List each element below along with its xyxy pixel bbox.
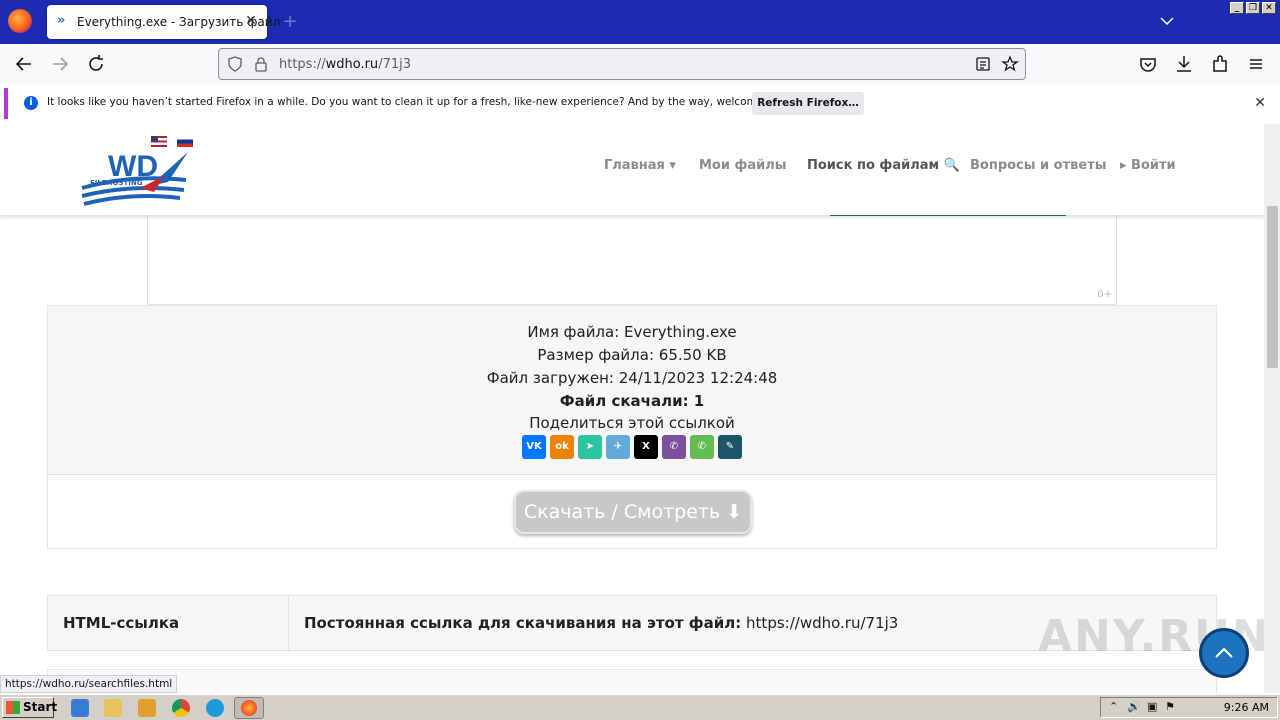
- back-icon[interactable]: [12, 52, 36, 76]
- firefox-icon: [241, 700, 257, 716]
- firefox-icon[interactable]: [8, 9, 32, 33]
- windows-taskbar: Start ⌃ 🔊 ▣ ⚑ 9:26 AM: [0, 694, 1280, 720]
- scrollbar-thumb[interactable]: [1267, 206, 1278, 368]
- file-upload-date: Файл загружен: 24/11/2023 12:24:48: [486, 369, 778, 387]
- share-whatsapp-icon[interactable]: ✆: [690, 435, 714, 459]
- bookmark-star-icon[interactable]: [1001, 55, 1019, 73]
- site-logo[interactable]: WD FILEHOSTING: [80, 136, 190, 212]
- reload-icon[interactable]: [84, 52, 108, 76]
- russian-flag-icon[interactable]: [177, 136, 193, 147]
- close-notification-icon[interactable]: ✕: [1254, 95, 1266, 111]
- close-window-button[interactable]: ✕: [1262, 2, 1276, 14]
- windows-logo-icon: [6, 701, 20, 714]
- tab-active[interactable]: » Everything.exe - Загрузить файл ✕: [47, 5, 280, 39]
- download-panel: Скачать / Смотреть ⬇: [47, 474, 1217, 549]
- page-scrollbar[interactable]: [1264, 124, 1280, 693]
- system-tray: ⌃ 🔊 ▣ ⚑ 9:26 AM: [1100, 697, 1278, 718]
- table-row: [47, 669, 1217, 693]
- web-page: WD FILEHOSTING Главная ▾ Мои файлы Поиск…: [0, 124, 1264, 693]
- logo-subtext: FILEHOSTING: [90, 179, 143, 187]
- notification-message: It looks like you haven’t started Firefo…: [47, 96, 796, 108]
- link-label-cell: HTML-ссылка: [48, 596, 289, 650]
- firefox-refresh-notification: i It looks like you haven’t started Fire…: [4, 88, 1276, 119]
- shield-icon[interactable]: [227, 56, 243, 72]
- share-yandex-messenger-icon[interactable]: ➤: [578, 435, 602, 459]
- new-tab-button[interactable]: +: [280, 12, 300, 32]
- url-scheme: https://: [279, 57, 326, 72]
- file-explorer-icon[interactable]: [104, 699, 122, 717]
- status-link-preview: https://wdho.ru/searchfiles.html: [0, 675, 178, 693]
- extensions-icon[interactable]: [1208, 52, 1232, 76]
- html-link-label: HTML-ссылка: [63, 614, 180, 632]
- age-rating-label: 0+: [1097, 289, 1112, 300]
- file-download-count: Файл скачали: 1: [559, 392, 705, 410]
- reader-view-icon[interactable]: [975, 56, 991, 72]
- permanent-link-url[interactable]: https://wdho.ru/71j3: [746, 614, 898, 632]
- url-text[interactable]: https://wdho.ru/71j3: [279, 57, 411, 72]
- url-host: wdho.ru: [325, 57, 379, 72]
- share-x-icon[interactable]: X: [634, 435, 658, 459]
- file-size: Размер файла: 65.50 KB: [537, 346, 727, 364]
- share-label: Поделиться этой ссылкой: [529, 414, 735, 432]
- share-vk-icon[interactable]: VK: [522, 435, 546, 459]
- file-name: Имя файла: Everything.exe: [527, 323, 737, 341]
- nav-my-files[interactable]: Мои файлы: [699, 158, 787, 173]
- site-favicon-icon: »: [57, 13, 66, 28]
- chevron-up-icon: [1215, 647, 1233, 658]
- media-player-icon[interactable]: [138, 699, 156, 717]
- lock-icon[interactable]: [253, 56, 269, 72]
- nav-faq[interactable]: Вопросы и ответы: [970, 158, 1106, 173]
- forward-icon[interactable]: [48, 52, 72, 76]
- firefox-taskbar-button[interactable]: [234, 697, 264, 719]
- nav-home[interactable]: Главная ▾: [604, 158, 676, 173]
- tab-strip: » Everything.exe - Загрузить файл ✕ + _ …: [0, 0, 1280, 44]
- site-header: WD FILEHOSTING Главная ▾ Мои файлы Поиск…: [0, 124, 1264, 215]
- list-all-tabs-icon[interactable]: [1158, 12, 1176, 30]
- file-info-panel: Имя файла: Everything.exe Размер файла: …: [47, 305, 1217, 475]
- share-odnoklassniki-icon[interactable]: ok: [550, 435, 574, 459]
- volume-icon[interactable]: 🔊: [1127, 700, 1141, 713]
- permanent-link-label: Постоянная ссылка для скачивания на этот…: [304, 614, 742, 632]
- address-bar[interactable]: https://wdho.ru/71j3: [218, 48, 1026, 80]
- downloads-icon[interactable]: [1172, 52, 1196, 76]
- minimize-window-button[interactable]: _: [1230, 2, 1244, 14]
- share-viber-icon[interactable]: ✆: [662, 435, 686, 459]
- info-icon: i: [24, 96, 38, 110]
- share-livejournal-icon[interactable]: ✎: [718, 435, 742, 459]
- chrome-icon[interactable]: [172, 699, 190, 717]
- start-label: Start: [23, 700, 58, 714]
- tray-expand-icon[interactable]: ⌃: [1109, 700, 1118, 713]
- clock: 9:26 AM: [1223, 701, 1269, 714]
- notification-flag-icon[interactable]: ⚑: [1165, 700, 1175, 713]
- restore-window-button[interactable]: ❐: [1246, 2, 1260, 14]
- edge-icon[interactable]: [206, 699, 224, 717]
- advertisement-box: 0+: [147, 204, 1117, 305]
- scroll-to-top-button[interactable]: [1199, 628, 1249, 678]
- share-telegram-icon[interactable]: ✈: [606, 435, 630, 459]
- url-path: /71j3: [378, 57, 411, 72]
- close-tab-icon[interactable]: ✕: [243, 13, 259, 29]
- english-flag-icon[interactable]: [151, 136, 167, 147]
- download-button[interactable]: Скачать / Смотреть ⬇: [514, 490, 752, 534]
- nav-login[interactable]: ▸ Войти: [1120, 158, 1176, 173]
- link-value-cell: Постоянная ссылка для скачивания на этот…: [304, 614, 898, 632]
- menu-icon[interactable]: [1244, 52, 1268, 76]
- pocket-icon[interactable]: [1136, 52, 1160, 76]
- refresh-firefox-button[interactable]: Refresh Firefox…: [752, 92, 864, 115]
- network-icon[interactable]: ▣: [1147, 700, 1157, 713]
- internet-explorer-icon[interactable]: [71, 699, 89, 717]
- start-button[interactable]: Start: [2, 697, 58, 718]
- nav-search-files[interactable]: Поиск по файлам 🔍: [807, 158, 960, 173]
